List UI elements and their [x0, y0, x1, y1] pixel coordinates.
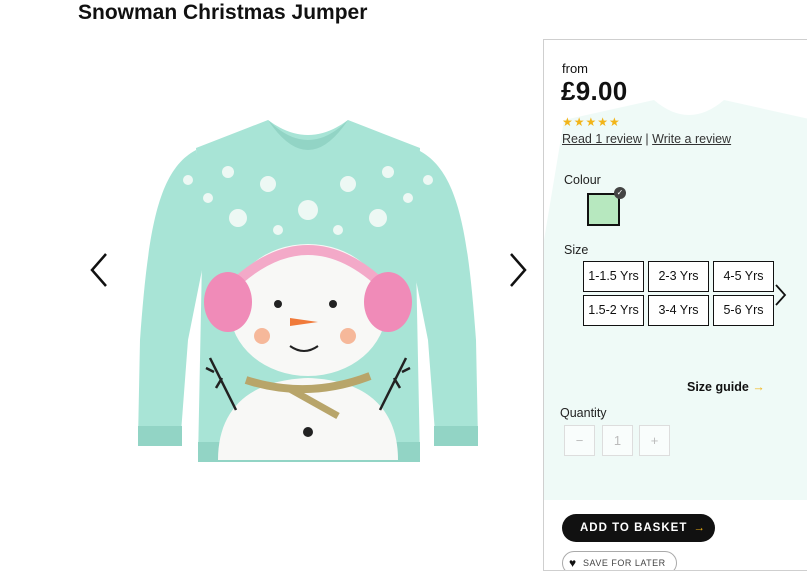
add-to-basket-button[interactable]: ADD TO BASKET → — [562, 514, 715, 542]
chevron-right-icon — [510, 253, 527, 287]
size-label: Size — [564, 243, 589, 257]
rating-stars: ★★★★★ — [562, 115, 621, 129]
size-guide-link[interactable]: Size guide → — [687, 380, 765, 394]
write-review-link[interactable]: Write a review — [652, 132, 731, 146]
size-scroll-next-button[interactable] — [771, 282, 789, 308]
quantity-increment-button[interactable]: + — [639, 425, 670, 456]
size-option[interactable]: 1.5-2 Yrs — [583, 295, 644, 326]
chevron-left-icon — [90, 253, 107, 287]
gallery-next-button[interactable] — [501, 250, 531, 290]
save-for-later-button[interactable]: ♥ SAVE FOR LATER — [562, 551, 677, 570]
size-option[interactable]: 1-1.5 Yrs — [583, 261, 644, 292]
chevron-right-icon — [775, 284, 787, 306]
checkmark-icon: ✓ — [614, 187, 626, 199]
product-gallery — [78, 90, 538, 480]
reviews-separator: | — [645, 132, 649, 146]
heart-icon: ♥ — [569, 556, 577, 570]
colour-swatch-mint[interactable] — [587, 193, 620, 226]
arrow-right-icon: → — [752, 380, 765, 394]
price-prefix: from — [562, 61, 588, 76]
save-for-later-label: SAVE FOR LATER — [583, 558, 666, 568]
quantity-decrement-button[interactable]: − — [564, 425, 595, 456]
size-option[interactable]: 3-4 Yrs — [648, 295, 709, 326]
price: £9.00 — [561, 76, 628, 106]
read-reviews-link[interactable]: Read 1 review — [562, 132, 642, 146]
product-title: Snowman Christmas Jumper — [78, 1, 368, 24]
colour-label: Colour — [564, 173, 601, 187]
size-option[interactable]: 5-6 Yrs — [713, 295, 774, 326]
size-option[interactable]: 2-3 Yrs — [648, 261, 709, 292]
arrow-right-icon: → — [693, 522, 706, 534]
quantity-label: Quantity — [560, 406, 607, 420]
quantity-input[interactable]: 1 — [602, 425, 633, 456]
reviews-links: Read 1 review | Write a review — [562, 132, 731, 146]
size-guide-label: Size guide — [687, 380, 749, 394]
add-to-basket-label: ADD TO BASKET — [580, 522, 688, 534]
product-image — [138, 120, 478, 462]
size-option[interactable]: 4-5 Yrs — [713, 261, 774, 292]
gallery-prev-button[interactable] — [86, 250, 116, 290]
purchase-panel: from £9.00 ★★★★★ Read 1 review | Write a… — [543, 39, 807, 571]
